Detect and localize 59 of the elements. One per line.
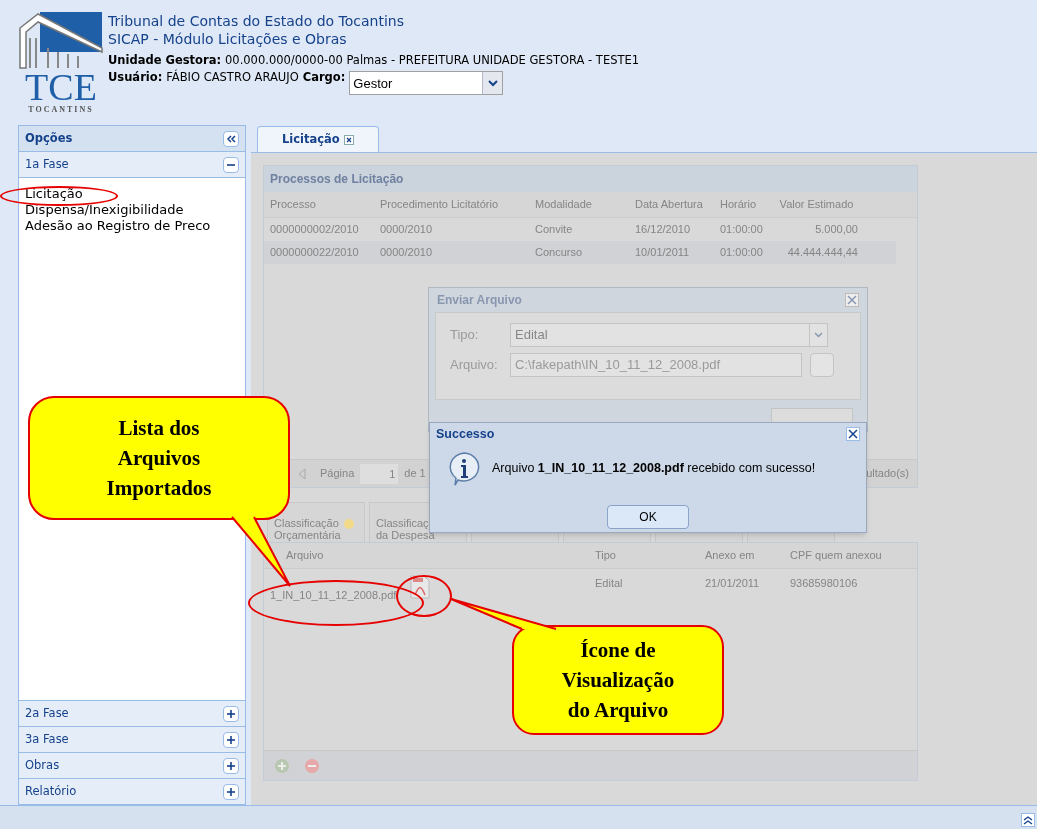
table-cell-text: Convite bbox=[534, 222, 574, 238]
page-label: Página bbox=[320, 466, 355, 482]
page-field[interactable]: 1 bbox=[360, 463, 399, 484]
field-label: Arquivo: bbox=[450, 356, 499, 375]
file-path-field[interactable]: C:\fakepath\IN_10_11_12_2008.pdf bbox=[510, 353, 802, 377]
menu-item[interactable]: Adesão ao Registro de Preco bbox=[25, 218, 245, 234]
accordion-header[interactable]: 2a Fase bbox=[19, 700, 245, 726]
table-cell-text: 01:00:00 bbox=[719, 245, 764, 261]
role-select[interactable]: Gestor bbox=[349, 71, 504, 96]
table-cell-text: 0000000002/2010 bbox=[269, 222, 360, 238]
dialog-title: Enviar Arquivo bbox=[437, 292, 522, 309]
sidebar-title: Opções bbox=[25, 129, 73, 147]
column-header[interactable]: Processo bbox=[264, 196, 374, 213]
field-label: Tipo: bbox=[450, 326, 480, 345]
callout-text: Lista dos Arquivos Importados bbox=[105, 415, 213, 502]
table-cell-text: 0000/2010 bbox=[379, 222, 433, 238]
accordion-header[interactable]: 3a Fase bbox=[19, 726, 245, 752]
unit-label: Unidade Gestora: bbox=[108, 52, 221, 69]
column-header[interactable]: Procedimento Licitatório bbox=[374, 196, 529, 213]
role-label: Cargo: bbox=[302, 69, 346, 87]
results-summary: ultado(s) bbox=[866, 466, 909, 482]
column-header[interactable]: Valor Estimado bbox=[769, 196, 864, 213]
table-cell-text: 10/01/2011 bbox=[634, 245, 691, 261]
unit-value: 00.000.000/0000-00 Palmas - PREFEITURA UNIDADE GESTORA - TESTE1 bbox=[225, 52, 640, 69]
table-cell-text: Concurso bbox=[534, 245, 584, 261]
message-text: Arquivo 1_IN_10_11_12_2008.pdf recebido com sucesso! bbox=[492, 460, 816, 477]
logo-wordmark: TCE bbox=[25, 70, 97, 104]
column-header[interactable]: CPF quem anexou bbox=[784, 547, 909, 564]
accordion-header[interactable]: 1a Fase bbox=[19, 152, 245, 178]
table-cell-text: 0000000022/2010 bbox=[269, 245, 360, 261]
column-header[interactable]: Modalidade bbox=[529, 196, 629, 213]
dialog-title: Successo bbox=[436, 425, 495, 443]
grid-title: Processos de Licitação bbox=[270, 171, 404, 188]
ok-button[interactable]: OK bbox=[607, 505, 689, 529]
column-header[interactable]: Anexo em bbox=[699, 547, 784, 564]
menu-item[interactable]: Licitação bbox=[25, 186, 245, 202]
column-header[interactable]: Horário bbox=[714, 196, 769, 213]
table-cell-text: 0000/2010 bbox=[379, 245, 433, 261]
column-header[interactable]: Data Abertura bbox=[629, 196, 714, 213]
accordion-header[interactable]: Obras bbox=[19, 752, 245, 778]
table-cell-text: 01:00:00 bbox=[719, 222, 764, 238]
tab[interactable]: Licitação bbox=[257, 126, 379, 152]
logo-subtitle: TOCANTINS bbox=[28, 104, 94, 116]
menu-item[interactable]: Dispensa/Inexigibilidade bbox=[25, 202, 245, 218]
table-cell-text: 93685980106 bbox=[789, 576, 859, 591]
table-cell-text: 5.000,00 bbox=[814, 222, 859, 238]
page-count: de 1 bbox=[404, 466, 426, 482]
user-label: Usuário: bbox=[108, 69, 163, 87]
user-value: FÁBIO CASTRO ARAUJO bbox=[166, 69, 299, 87]
table-cell-text: Edital bbox=[594, 576, 624, 591]
organization-title: Tribunal de Contas do Estado do Tocantins bbox=[108, 12, 406, 30]
table-cell-text: 21/01/2011 bbox=[704, 576, 761, 591]
table-cell-text: 44.444.444,44 bbox=[786, 245, 859, 261]
accordion-header[interactable]: Relatório bbox=[19, 778, 245, 804]
callout-text: Ícone de Visualização do Arquivo bbox=[560, 637, 676, 724]
column-header[interactable]: Tipo bbox=[589, 547, 699, 564]
type-select[interactable]: Edital bbox=[510, 323, 828, 347]
table-cell-text: 16/12/2010 bbox=[634, 222, 692, 238]
module-title: SICAP - Módulo Licitações e Obras bbox=[108, 30, 348, 48]
